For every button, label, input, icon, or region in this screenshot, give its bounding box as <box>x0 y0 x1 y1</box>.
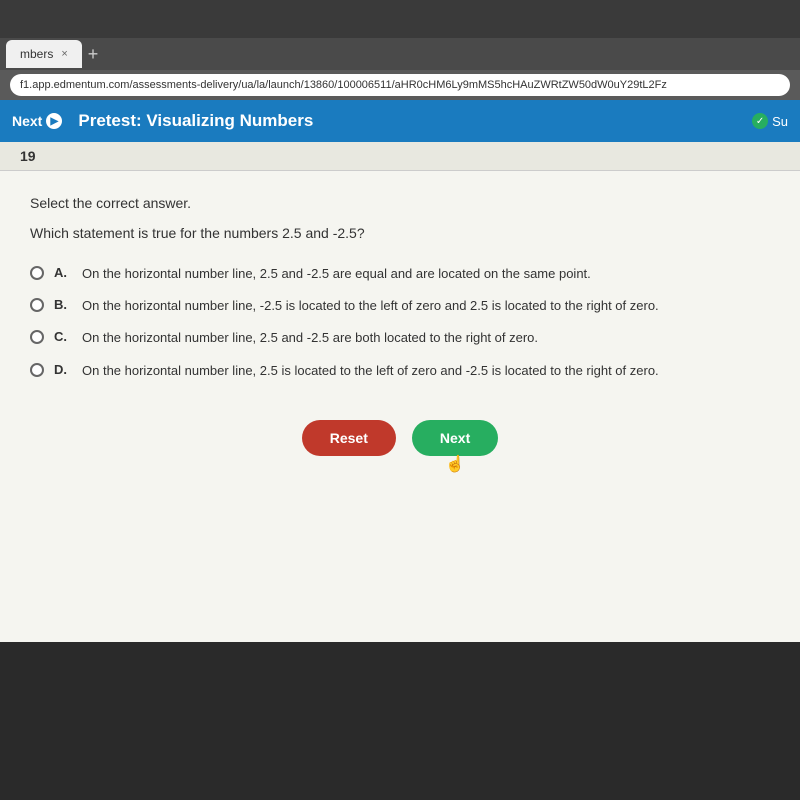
url-input[interactable]: f1.app.edmentum.com/assessments-delivery… <box>10 74 790 96</box>
option-text-b: On the horizontal number line, -2.5 is l… <box>82 297 770 315</box>
tab-close-button[interactable]: × <box>61 48 67 60</box>
answer-options: A. On the horizontal number line, 2.5 an… <box>30 265 770 380</box>
option-text-c: On the horizontal number line, 2.5 and -… <box>82 329 770 347</box>
question-number-bar: 19 <box>0 142 800 171</box>
button-row: Reset Next <box>30 420 770 486</box>
question-number: 19 <box>20 148 36 164</box>
question-body: Select the correct answer. Which stateme… <box>0 171 800 510</box>
radio-d[interactable] <box>30 363 44 377</box>
radio-c[interactable] <box>30 330 44 344</box>
option-label-a: A. <box>54 265 72 280</box>
option-label-d: D. <box>54 362 72 377</box>
next-button[interactable]: Next <box>412 420 498 456</box>
main-content: 19 Select the correct answer. Which stat… <box>0 142 800 642</box>
radio-b[interactable] <box>30 298 44 312</box>
radio-a[interactable] <box>30 266 44 280</box>
header-next-label: Next <box>12 113 42 129</box>
tab-add-button[interactable]: + <box>88 44 99 65</box>
tab-label: mbers <box>20 47 53 61</box>
page-title: Pretest: Visualizing Numbers <box>78 111 736 131</box>
answer-option-a[interactable]: A. On the horizontal number line, 2.5 an… <box>30 265 770 283</box>
address-bar: f1.app.edmentum.com/assessments-delivery… <box>0 70 800 100</box>
option-label-c: C. <box>54 329 72 344</box>
app-header: Next ▶ Pretest: Visualizing Numbers ✓ Su <box>0 100 800 142</box>
option-text-d: On the horizontal number line, 2.5 is lo… <box>82 362 770 380</box>
submit-area: ✓ Su <box>752 113 788 129</box>
browser-tab[interactable]: mbers × <box>6 40 82 68</box>
option-label-b: B. <box>54 297 72 312</box>
answer-option-c[interactable]: C. On the horizontal number line, 2.5 an… <box>30 329 770 347</box>
bottom-background <box>0 642 800 762</box>
question-text: Which statement is true for the numbers … <box>30 225 770 241</box>
answer-option-b[interactable]: B. On the horizontal number line, -2.5 i… <box>30 297 770 315</box>
reset-button[interactable]: Reset <box>302 420 396 456</box>
tab-bar: mbers × + <box>0 38 800 70</box>
instruction-text: Select the correct answer. <box>30 195 770 211</box>
option-text-a: On the horizontal number line, 2.5 and -… <box>82 265 770 283</box>
submit-label: Su <box>772 114 788 129</box>
submit-check-icon: ✓ <box>752 113 768 129</box>
browser-top <box>0 0 800 38</box>
next-arrow-icon: ▶ <box>46 113 62 129</box>
answer-option-d[interactable]: D. On the horizontal number line, 2.5 is… <box>30 362 770 380</box>
header-next-button[interactable]: Next ▶ <box>12 113 62 129</box>
